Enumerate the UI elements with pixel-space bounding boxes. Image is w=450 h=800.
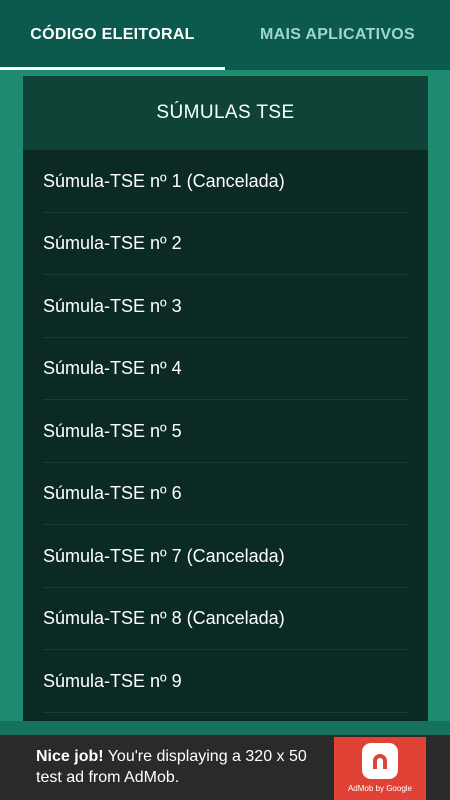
tab-bar: CÓDIGO ELEITORAL MAIS APLICATIVOS (0, 0, 450, 70)
list-item[interactable]: Súmula-TSE nº 3 (23, 275, 428, 338)
tab-mais-aplicativos[interactable]: MAIS APLICATIVOS (225, 0, 450, 70)
admob-caption: AdMob by Google (347, 784, 413, 793)
list-item[interactable]: Súmula-TSE nº 6 (23, 463, 428, 526)
tab-label: CÓDIGO ELEITORAL (30, 26, 195, 43)
list-item[interactable]: Súmula-TSE nº 5 (23, 400, 428, 463)
list-item[interactable]: Súmula-TSE nº 9 (23, 650, 428, 713)
list-item[interactable]: Súmula-TSE nº 4 (23, 338, 428, 401)
admob-logo[interactable]: AdMob by Google (334, 737, 426, 800)
sumulas-panel: SÚMULAS TSE Súmula-TSE nº 1 (Cancelada) … (23, 76, 428, 721)
active-tab-indicator (0, 67, 225, 70)
tab-label: MAIS APLICATIVOS (259, 26, 416, 43)
admob-glyph (373, 754, 387, 769)
list-item[interactable]: Súmula-TSE nº 2 (23, 213, 428, 276)
list-item[interactable]: Súmula-TSE nº 1 (Cancelada) (23, 150, 428, 213)
panel-bottom-strip (0, 721, 450, 735)
admob-icon (362, 743, 398, 779)
panel-title: SÚMULAS TSE (23, 76, 428, 150)
sumulas-list: Súmula-TSE nº 1 (Cancelada) Súmula-TSE n… (23, 150, 428, 713)
list-item[interactable]: Súmula-TSE nº 7 (Cancelada) (23, 525, 428, 588)
ad-text: Nice job! You're displaying a 320 x 50 t… (36, 746, 336, 788)
tab-codigo-eleitoral[interactable]: CÓDIGO ELEITORAL (0, 0, 225, 70)
list-item[interactable]: Súmula-TSE nº 8 (Cancelada) (23, 588, 428, 651)
ad-headline: Nice job! (36, 748, 104, 765)
